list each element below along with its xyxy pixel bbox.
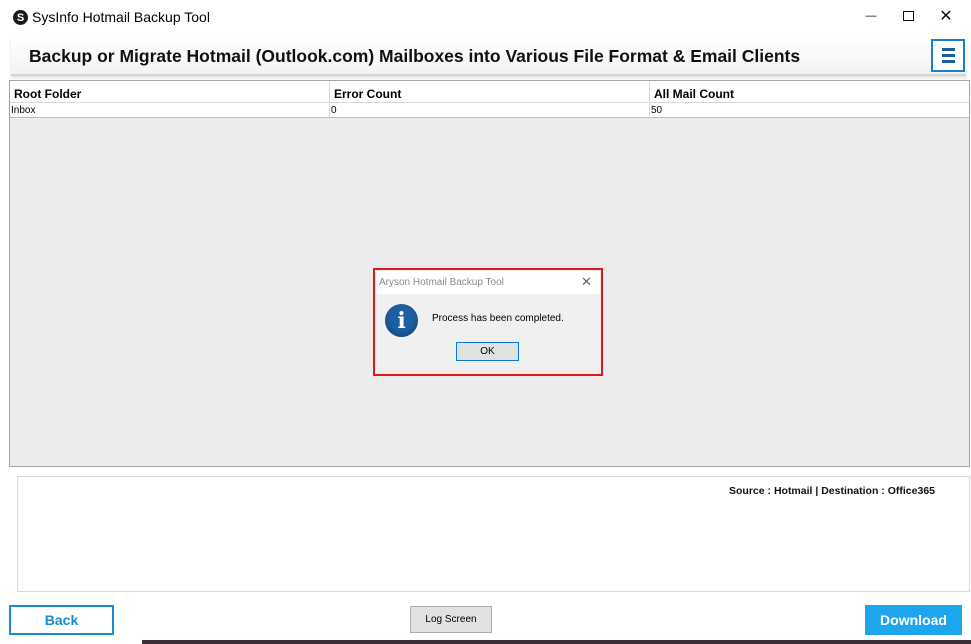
header-banner: Backup or Migrate Hotmail (Outlook.com) … bbox=[11, 37, 966, 76]
back-button[interactable]: Back bbox=[9, 605, 114, 635]
window-title: SysInfo Hotmail Backup Tool bbox=[32, 9, 210, 25]
completion-dialog: Aryson Hotmail Backup Tool ✕ i Process h… bbox=[376, 271, 600, 373]
cell-root-folder: Inbox bbox=[10, 103, 330, 117]
column-header-all-mail-count[interactable]: All Mail Count bbox=[650, 81, 969, 102]
grid-header: Root Folder Error Count All Mail Count bbox=[10, 81, 969, 103]
minimize-button[interactable]: — bbox=[856, 4, 886, 28]
dialog-message: Process has been completed. bbox=[432, 313, 564, 324]
maximize-button[interactable] bbox=[893, 4, 923, 28]
column-header-error-count[interactable]: Error Count bbox=[330, 81, 650, 102]
hamburger-menu-icon bbox=[941, 48, 955, 51]
hamburger-line bbox=[941, 54, 955, 57]
close-icon: ✕ bbox=[939, 8, 953, 25]
info-icon: i bbox=[385, 304, 418, 337]
app-logo-icon: S bbox=[13, 10, 28, 25]
source-destination-status: Source : Hotmail | Destination : Office3… bbox=[729, 485, 935, 497]
ok-button[interactable]: OK bbox=[456, 342, 519, 361]
close-button[interactable]: ✕ bbox=[931, 4, 961, 28]
table-row[interactable]: Inbox 0 50 bbox=[10, 103, 969, 118]
log-panel: Source : Hotmail | Destination : Office3… bbox=[17, 476, 970, 592]
cell-error-count: 0 bbox=[330, 103, 650, 117]
window-titlebar: S SysInfo Hotmail Backup Tool — ✕ bbox=[0, 0, 971, 33]
hamburger-menu-button[interactable] bbox=[931, 39, 965, 72]
download-button[interactable]: Download bbox=[865, 605, 962, 635]
dialog-title: Aryson Hotmail Backup Tool bbox=[379, 277, 504, 288]
taskbar-strip bbox=[142, 640, 971, 644]
dialog-close-icon[interactable]: ✕ bbox=[581, 274, 592, 290]
log-screen-button[interactable]: Log Screen bbox=[410, 606, 492, 633]
hamburger-line bbox=[941, 60, 955, 63]
column-header-root-folder[interactable]: Root Folder bbox=[10, 81, 330, 102]
maximize-icon bbox=[902, 11, 914, 21]
dialog-titlebar: Aryson Hotmail Backup Tool ✕ bbox=[376, 271, 600, 294]
minimize-icon: — bbox=[865, 10, 877, 22]
page-title: Backup or Migrate Hotmail (Outlook.com) … bbox=[29, 46, 801, 66]
cell-all-mail-count: 50 bbox=[651, 105, 663, 116]
